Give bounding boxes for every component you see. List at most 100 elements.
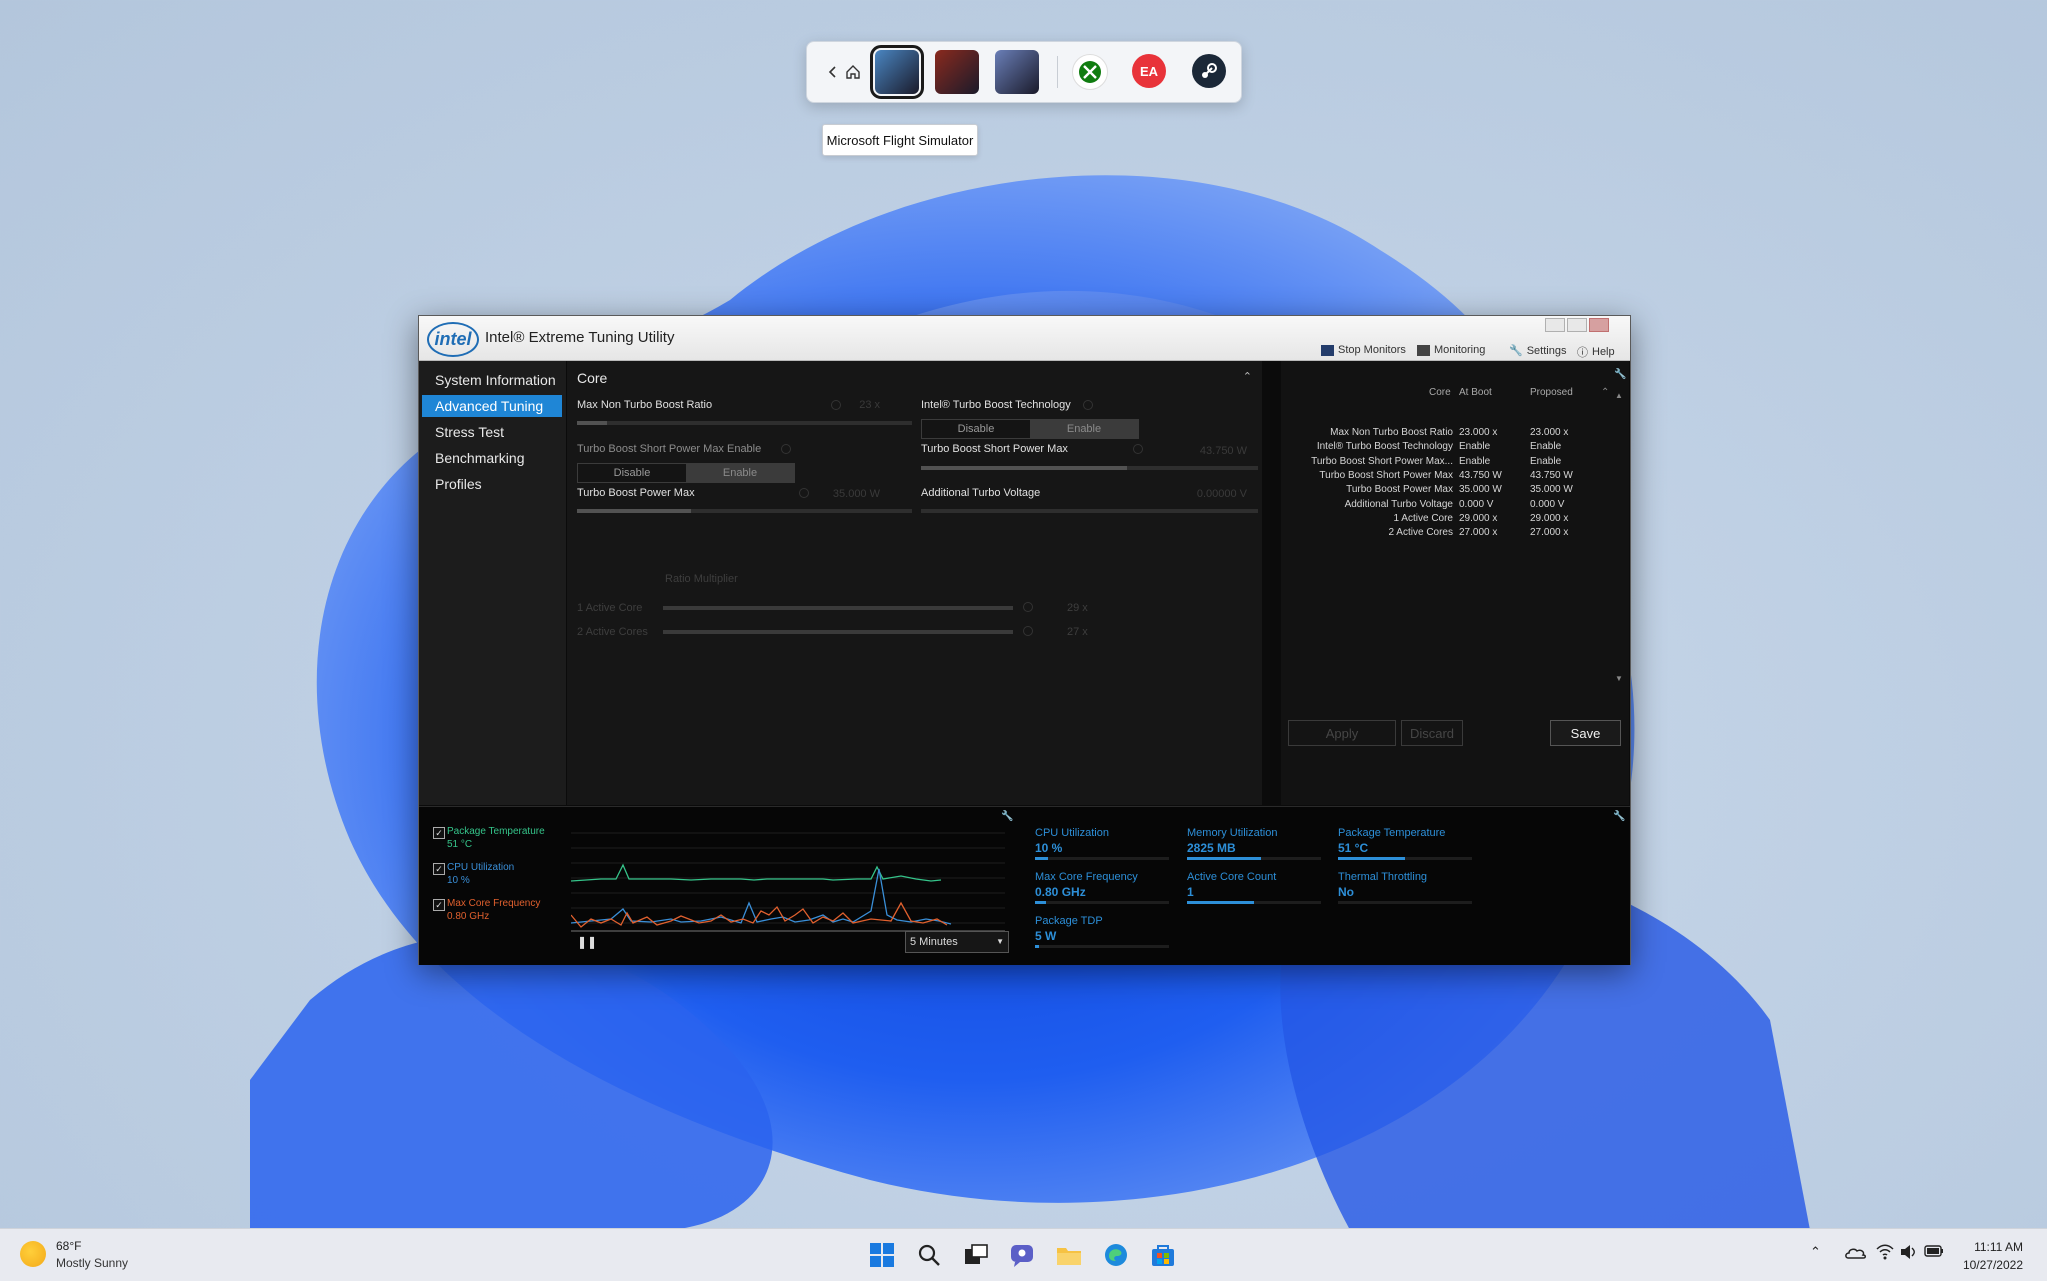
weather-condition[interactable]: Mostly Sunny (56, 1256, 128, 1270)
stat-value: 5 W (1035, 929, 1057, 943)
summary-row-proposed: 0.000 V (1530, 498, 1565, 510)
volume-icon[interactable] (1900, 1244, 1918, 1263)
disable-option[interactable]: Disable (578, 464, 686, 482)
nav-system-information[interactable]: System Information (422, 369, 562, 391)
stat-name: Memory Utilization (1187, 827, 1278, 839)
active-core-1-label: 1 Active Core (577, 602, 643, 614)
flight-simulator-tile[interactable] (870, 45, 924, 99)
max-non-turbo-slider[interactable] (577, 421, 912, 425)
short-power-enable-toggle[interactable]: Disable Enable (577, 463, 795, 483)
info-icon[interactable] (1023, 626, 1033, 636)
wifi-icon[interactable] (1876, 1244, 1894, 1263)
nav-benchmarking[interactable]: Benchmarking (422, 447, 562, 469)
maximize-button[interactable] (1567, 318, 1587, 332)
weather-icon[interactable] (20, 1241, 46, 1267)
info-icon[interactable] (1023, 602, 1033, 612)
weather-temperature[interactable]: 68°F (56, 1239, 81, 1253)
window-title: Intel® Extreme Tuning Utility (485, 329, 675, 346)
xbox-icon[interactable] (1072, 54, 1108, 90)
collapse-icon[interactable]: ⌃ (1601, 387, 1609, 398)
turbo-boost-tech-toggle[interactable]: Disable Enable (921, 419, 1139, 439)
start-button[interactable] (868, 1241, 896, 1269)
cpu-utilization-checkbox[interactable]: ✓ (433, 863, 445, 875)
title-bar[interactable]: intel Intel® Extreme Tuning Utility Stop… (419, 316, 1630, 361)
max-core-frequency-checkbox[interactable]: ✓ (433, 899, 445, 911)
enable-option[interactable]: Enable (686, 464, 794, 482)
minimize-button[interactable] (1545, 318, 1565, 332)
help-icon: ⓘ (1577, 347, 1588, 359)
clock-time: 11:11 AM (1974, 1240, 2023, 1254)
chat-button[interactable] (1008, 1241, 1036, 1269)
home-button[interactable] (835, 54, 871, 90)
onedrive-icon[interactable] (1844, 1244, 1866, 1263)
store-button[interactable] (1149, 1241, 1177, 1269)
summary-row-at-boot: Enable (1459, 441, 1491, 453)
summary-row-name: 1 Active Core (1393, 512, 1453, 524)
pause-button[interactable]: ❚❚ (577, 935, 597, 949)
stop-monitors-button[interactable]: Stop Monitors (1321, 344, 1406, 356)
steam-icon[interactable] (1192, 54, 1226, 88)
summary-row-proposed: Enable (1530, 441, 1562, 453)
additional-voltage-slider[interactable] (921, 509, 1258, 513)
edge-button[interactable] (1102, 1241, 1130, 1269)
nav-stress-test[interactable]: Stress Test (422, 421, 562, 443)
package-temperature-legend-value: 51 °C (447, 839, 473, 850)
settings-button[interactable]: 🔧 Settings (1509, 344, 1566, 358)
active-core-1-slider[interactable] (663, 606, 1013, 610)
active-core-2-value: 27 x (1067, 626, 1088, 638)
summary-header-at-boot: At Boot (1459, 387, 1492, 398)
chevron-up-icon[interactable]: ⌃ (1810, 1244, 1821, 1260)
slider-fill (921, 466, 1127, 470)
summary-row-at-boot: Enable (1459, 455, 1491, 467)
summary-row-name: Turbo Boost Power Max (1346, 484, 1453, 496)
time-interval-select[interactable]: 5 Minutes ▼ (905, 931, 1009, 953)
package-temperature-line (571, 863, 942, 882)
summary-row-proposed: 43.750 W (1530, 469, 1573, 481)
apply-button[interactable]: Apply (1288, 720, 1396, 746)
turbo-boost-tech-label: Intel® Turbo Boost Technology (921, 399, 1071, 411)
active-core-2-label: 2 Active Cores (577, 626, 648, 638)
stat-bar-fill (1187, 901, 1254, 904)
short-power-max-value: 43.750 W (1199, 445, 1247, 457)
enable-option[interactable]: Enable (1030, 420, 1138, 438)
search-button[interactable] (915, 1241, 943, 1269)
collapse-icon[interactable]: ⌃ (1243, 370, 1252, 383)
close-button[interactable] (1589, 318, 1609, 332)
task-view-icon (965, 1244, 988, 1264)
info-icon[interactable] (1083, 400, 1093, 410)
cpu-utilization-legend: CPU Utilization (447, 862, 515, 873)
ea-icon[interactable]: EA (1132, 54, 1166, 88)
disable-option[interactable]: Disable (922, 420, 1030, 438)
nav-advanced-tuning[interactable]: Advanced Tuning (422, 395, 562, 417)
pin-icon[interactable]: 🔧 (1001, 811, 1013, 822)
task-view-button[interactable] (962, 1241, 990, 1269)
package-temperature-legend: Package Temperature (447, 826, 545, 837)
monitoring-button[interactable]: Monitoring (1417, 344, 1485, 356)
save-button[interactable]: Save (1550, 720, 1621, 746)
clock[interactable]: 11:11 AM 10/27/2022 (1963, 1238, 2023, 1274)
pin-icon[interactable]: 🔧 (1613, 811, 1625, 822)
stat-bar-fill (1187, 857, 1261, 860)
summary-row-at-boot: 27.000 x (1459, 527, 1498, 539)
battery-icon[interactable] (1924, 1244, 1944, 1261)
stat-value: 51 °C (1338, 841, 1369, 855)
stat-value: 10 % (1035, 841, 1063, 855)
discard-button[interactable]: Discard (1401, 720, 1463, 746)
summary-row-proposed: 35.000 W (1530, 484, 1573, 496)
scroll-down-icon[interactable]: ▼ (1615, 674, 1623, 683)
file-explorer-button[interactable] (1055, 1241, 1083, 1269)
pin-icon[interactable]: 🔧 (1614, 369, 1626, 380)
summary-row-name: Turbo Boost Short Power Max... (1311, 455, 1453, 467)
power-max-slider[interactable] (577, 509, 912, 513)
package-temperature-checkbox[interactable]: ✓ (433, 827, 445, 839)
game-tile-2[interactable] (935, 50, 979, 94)
help-button[interactable]: ⓘ Help (1577, 344, 1615, 360)
stat-name: CPU Utilization (1035, 827, 1109, 839)
active-core-2-slider[interactable] (663, 630, 1013, 634)
info-icon[interactable] (781, 444, 791, 454)
short-power-max-slider[interactable] (921, 466, 1258, 470)
scroll-up-icon[interactable]: ▲ (1615, 391, 1623, 400)
summary-row: Turbo Boost Short Power Max 43.750 W 43.75… (1281, 470, 1629, 484)
forza-horizon-tile[interactable] (995, 50, 1039, 94)
nav-profiles[interactable]: Profiles (422, 473, 562, 495)
